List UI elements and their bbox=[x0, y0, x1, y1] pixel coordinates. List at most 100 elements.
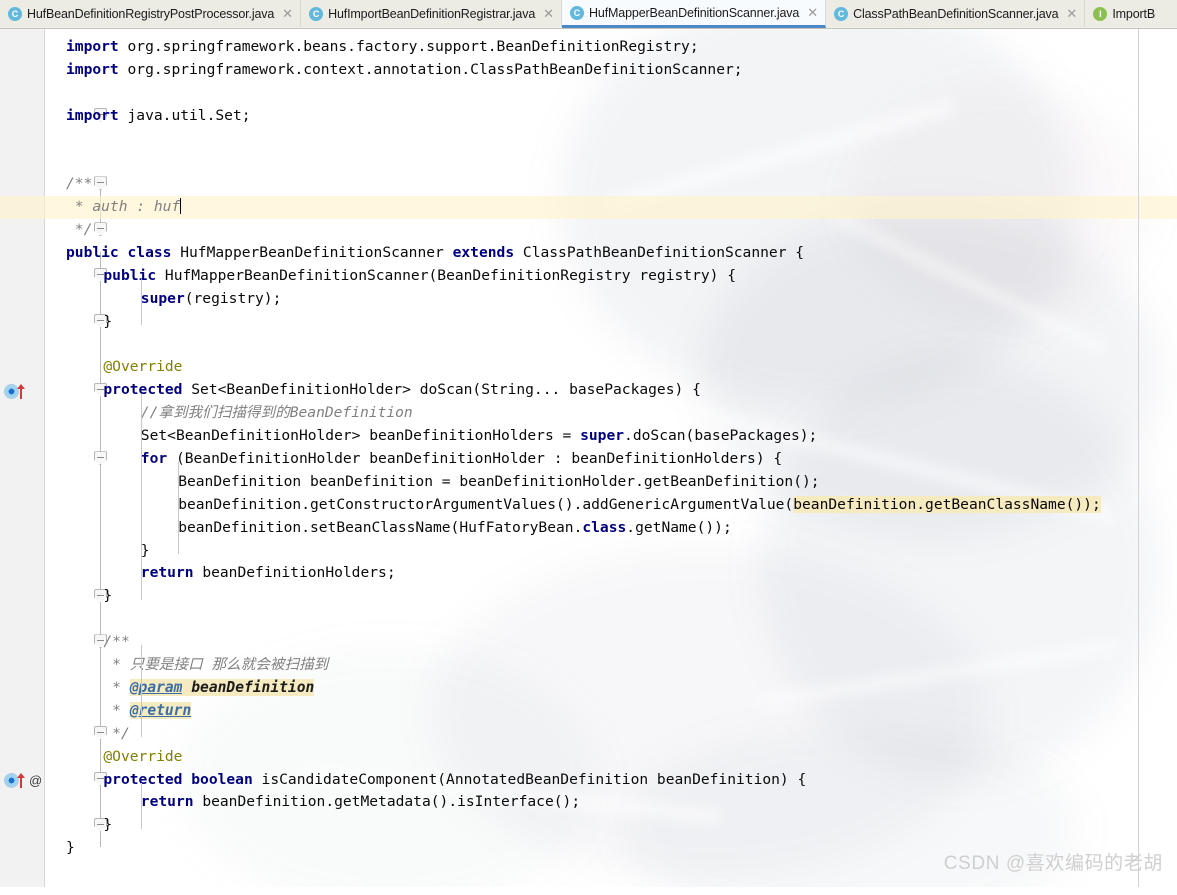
code-token: import bbox=[66, 106, 128, 124]
code-line[interactable]: BeanDefinition beanDefinition = beanDefi… bbox=[0, 471, 1177, 494]
code-line[interactable]: } bbox=[0, 814, 1177, 837]
code-line[interactable]: * auth : huf bbox=[0, 196, 1177, 220]
code-line[interactable]: return beanDefinitionHolders; bbox=[0, 562, 1177, 585]
code-token: Set<BeanDefinitionHolder> doScan(String.… bbox=[191, 381, 701, 399]
close-icon[interactable]: ✕ bbox=[807, 6, 818, 19]
code-line[interactable] bbox=[0, 334, 1177, 357]
code-line[interactable]: import java.util.Set; bbox=[0, 105, 1177, 128]
code-token: HufMapperBeanDefinitionScanner bbox=[180, 244, 453, 262]
code-token: BeanDefinition beanDefinition = beanDefi… bbox=[178, 472, 820, 490]
code-token: * 只要是接口 那么就会被扫描到 bbox=[103, 656, 329, 674]
code-line[interactable] bbox=[0, 128, 1177, 151]
code-line[interactable]: for (BeanDefinitionHolder beanDefinition… bbox=[0, 448, 1177, 471]
code-token: * auth : huf bbox=[66, 198, 181, 216]
code-line[interactable]: beanDefinition.getConstructorArgumentVal… bbox=[0, 494, 1177, 517]
code-token: */ bbox=[66, 221, 93, 239]
code-line[interactable]: protected Set<BeanDefinitionHolder> doSc… bbox=[0, 379, 1177, 402]
code-token: * bbox=[103, 701, 130, 719]
editor-tab-label: HufMapperBeanDefinitionScanner.java bbox=[589, 5, 800, 20]
code-line[interactable]: * 只要是接口 那么就会被扫描到 bbox=[0, 654, 1177, 677]
code-token: } bbox=[103, 312, 113, 330]
editor-tab-label: ClassPathBeanDefinitionScanner.java bbox=[853, 6, 1059, 21]
code-token: super bbox=[580, 427, 625, 445]
code-token: HufMapperBeanDefinitionScanner(BeanDefin… bbox=[164, 266, 737, 284]
code-token: beanDefinitionHolders; bbox=[202, 564, 396, 582]
interface-icon: I bbox=[1093, 6, 1108, 21]
code-line[interactable]: Set<BeanDefinitionHolder> beanDefinition… bbox=[0, 425, 1177, 448]
code-token: * bbox=[103, 678, 130, 696]
code-line[interactable]: */ bbox=[0, 723, 1177, 746]
code-line[interactable]: protected boolean isCandidateComponent(A… bbox=[0, 769, 1177, 792]
csdn-watermark: CSDN @喜欢编码的老胡 bbox=[943, 853, 1163, 874]
editor-tab-4[interactable]: IImportB✕ bbox=[1085, 0, 1177, 27]
code-line[interactable]: //拿到我们扫描得到的BeanDefinition bbox=[0, 402, 1177, 425]
code-line[interactable]: /** bbox=[0, 631, 1177, 654]
code-token: (registry); bbox=[184, 289, 282, 307]
editor-tab-bar: C HufBeanDefinitionRegistryPostProcessor.… bbox=[0, 0, 1177, 29]
code-token: } bbox=[140, 541, 150, 559]
editor-tab-3[interactable]: C ClassPathBeanDefinitionScanner.java ✕ bbox=[826, 0, 1086, 27]
code-line[interactable]: * @param beanDefinition bbox=[0, 677, 1177, 700]
code-line[interactable]: @Override bbox=[0, 746, 1177, 769]
code-line[interactable]: } bbox=[0, 585, 1177, 608]
code-token: @param bbox=[129, 678, 183, 696]
indent-guide bbox=[141, 393, 142, 600]
class-icon: C bbox=[570, 5, 585, 20]
indent-guide bbox=[141, 279, 142, 325]
code-line[interactable]: beanDefinition.setBeanClassName(HufFator… bbox=[0, 517, 1177, 540]
code-token: beanDefinition bbox=[191, 678, 315, 696]
code-token: protected bbox=[103, 381, 192, 399]
code-line[interactable]: import org.springframework.context.annot… bbox=[0, 59, 1177, 82]
code-line[interactable]: @Override bbox=[0, 356, 1177, 379]
indent-guide bbox=[141, 782, 142, 829]
indent-guide bbox=[141, 645, 142, 737]
code-line[interactable]: public class HufMapperBeanDefinitionScan… bbox=[0, 242, 1177, 265]
code-token: beanDefinition.setBeanClassName(HufFator… bbox=[178, 518, 583, 536]
code-token: ClassPathBeanDefinitionScanner { bbox=[522, 244, 805, 262]
code-line[interactable]: import org.springframework.beans.factory… bbox=[0, 36, 1177, 59]
text-caret bbox=[180, 198, 182, 215]
code-token: public class bbox=[66, 244, 181, 262]
code-token: return bbox=[140, 564, 203, 582]
close-icon[interactable]: ✕ bbox=[1066, 7, 1077, 20]
code-token: beanDefinition.getBeanClassName()); bbox=[793, 495, 1101, 513]
code-line[interactable] bbox=[0, 608, 1177, 631]
code-line[interactable] bbox=[0, 150, 1177, 173]
class-icon: C bbox=[309, 6, 324, 21]
editor-tab-1[interactable]: C HufImportBeanDefinitionRegistrar.java ✕ bbox=[301, 0, 563, 27]
code-token: /** bbox=[66, 175, 93, 193]
close-icon[interactable]: ✕ bbox=[543, 7, 554, 20]
code-token: org.springframework.context.annotation.C… bbox=[127, 60, 743, 78]
code-token: import bbox=[66, 60, 128, 78]
code-token bbox=[182, 678, 192, 696]
code-line[interactable]: return beanDefinition.getMetadata().isIn… bbox=[0, 791, 1177, 814]
code-text-area[interactable]: import org.springframework.beans.factory… bbox=[0, 28, 1177, 895]
code-line[interactable]: */ bbox=[0, 219, 1177, 242]
code-line[interactable]: } bbox=[0, 540, 1177, 563]
code-line[interactable] bbox=[0, 82, 1177, 105]
code-line[interactable]: super(registry); bbox=[0, 288, 1177, 311]
code-line[interactable]: } bbox=[0, 311, 1177, 334]
code-line[interactable]: * @return bbox=[0, 700, 1177, 723]
code-line[interactable]: /** bbox=[0, 173, 1177, 196]
editor-tab-2[interactable]: C HufMapperBeanDefinitionScanner.java ✕ bbox=[562, 0, 827, 28]
code-editor[interactable]: @ import org.springframework.beans.facto… bbox=[0, 28, 1177, 887]
close-icon[interactable]: ✕ bbox=[282, 7, 293, 20]
code-line[interactable]: public HufMapperBeanDefinitionScanner(Be… bbox=[0, 265, 1177, 288]
editor-tab-0[interactable]: C HufBeanDefinitionRegistryPostProcessor.… bbox=[0, 0, 302, 27]
